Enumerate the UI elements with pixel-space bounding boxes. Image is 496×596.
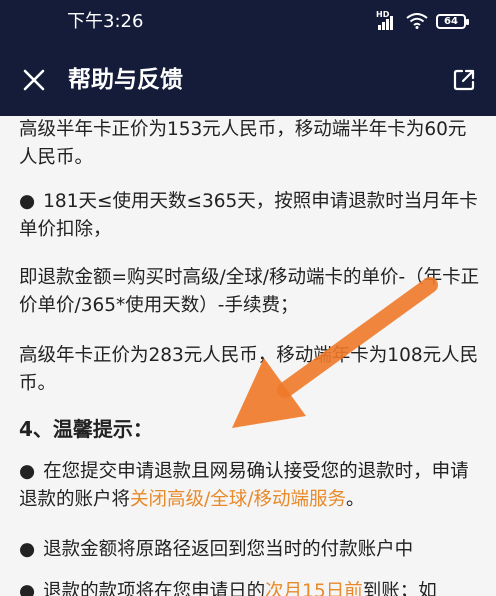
- close-button[interactable]: [16, 62, 52, 98]
- battery-icon: 64: [436, 13, 469, 29]
- paragraph-text: 退款的款项将在您申请日的: [43, 581, 266, 596]
- paragraph-half-year-price: 高级半年卡正价为153元人民币，移动端半年卡为60元人民币。: [19, 119, 467, 168]
- status-bar: 下午3:26 HD 64: [0, 0, 496, 44]
- status-time: 下午3:26: [67, 11, 144, 32]
- paragraph-service-close: ● 在您提交申请退款且网易确认接受您的退款时，申请退款的账户将关闭高级/全球/移动…: [19, 458, 481, 514]
- paragraph-refund-timing: ● 退款的款项将在您申请日的次月15日前到账；如: [19, 578, 481, 596]
- paragraph-text-end: 。: [345, 489, 365, 510]
- hd-signal-icon: HD: [376, 10, 398, 30]
- app-bar: 帮助与反馈: [0, 44, 496, 116]
- open-external-icon: [453, 69, 475, 91]
- open-external-button[interactable]: [448, 64, 480, 96]
- paragraph-text-end: 到账；如: [362, 581, 437, 596]
- bullet: ●: [19, 581, 36, 596]
- section-heading: 4、温馨提示：: [19, 417, 153, 441]
- status-icons: HD 64: [376, 10, 469, 30]
- paragraph-day-range: ● 181天≤使用天数≤365天，按照申请退款时当月年卡单价扣除，: [19, 188, 481, 244]
- page-title: 帮助与反馈: [68, 67, 183, 93]
- wifi-icon: [406, 13, 428, 29]
- paragraph-refund-formula: 即退款金额=购买时高级/全球/移动端卡的单价-（年卡正价单价/365*使用天数）…: [19, 267, 480, 316]
- refund-date-link[interactable]: 次月15日前: [265, 581, 363, 596]
- bullet: ●: [19, 461, 36, 482]
- paragraph-text: 退款金额将原路径返回到您当时的付款账户中: [43, 539, 414, 560]
- bullet: ●: [19, 191, 36, 212]
- close-icon: [23, 69, 45, 91]
- paragraph-text: 181天≤使用天数≤365天，按照申请退款时当月年卡单价扣除，: [19, 191, 478, 240]
- battery-level: 64: [444, 15, 458, 27]
- help-article: 高级半年卡正价为153元人民币，移动端半年卡为60元人民币。 ● 181天≤使用天…: [0, 116, 496, 596]
- paragraph-refund-path: ● 退款金额将原路径返回到您当时的付款账户中: [19, 536, 481, 564]
- bullet: ●: [19, 539, 36, 560]
- close-service-link[interactable]: 关闭高级/全球/移动端服务: [130, 489, 346, 510]
- paragraph-annual-price: 高级年卡正价为283元人民币，移动端年卡为108元人民币。: [19, 345, 479, 394]
